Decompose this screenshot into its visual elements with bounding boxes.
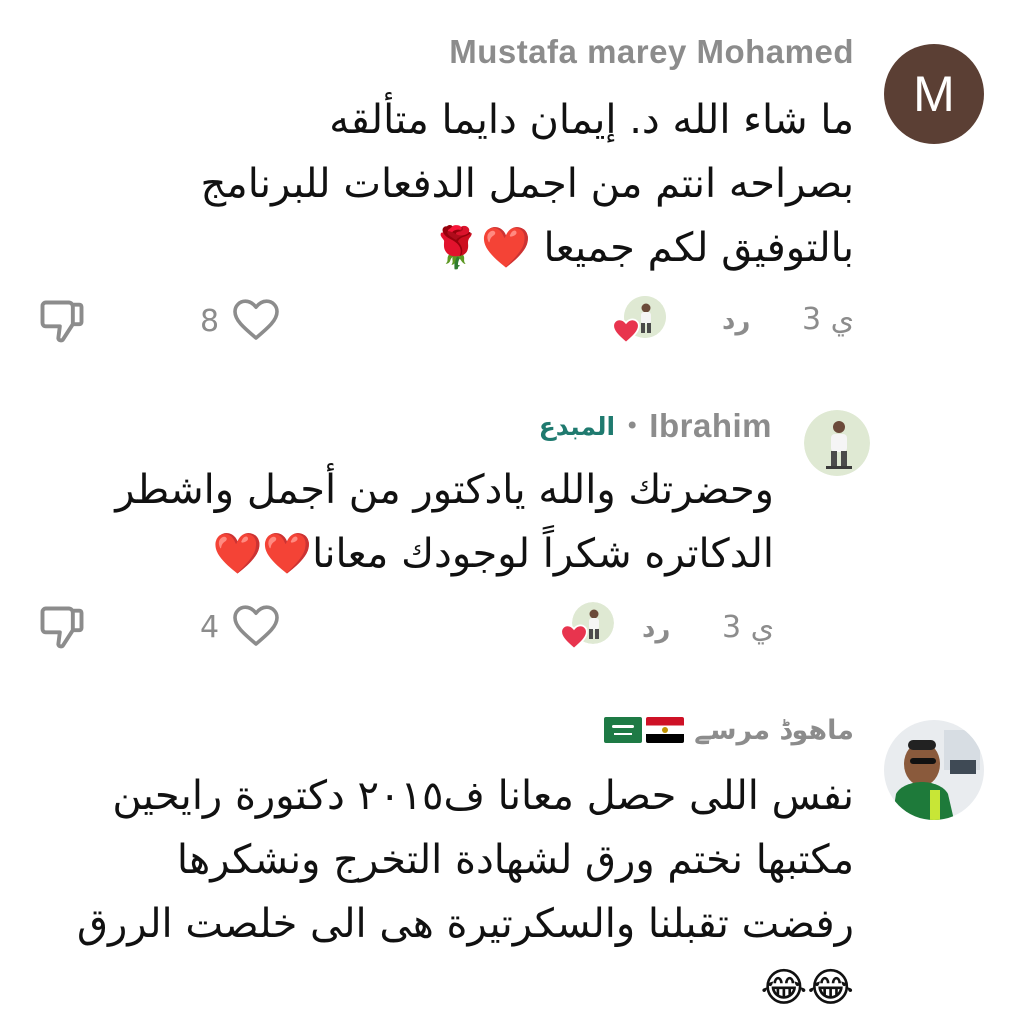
comment-author-row: Mustafa marey Mohamed [449,30,854,74]
thumbs-down-icon[interactable] [36,296,88,348]
comment-line: بالتوفيق لكم جميعا ❤️🌹 [431,225,854,271]
creator-heart [612,296,672,344]
comment-2: المبدع • Ibrahim وحضرتك والله يادكتور من… [0,380,1024,680]
comment-3: ماهوڈ مرسے نفس اللى حصل معانا ف٢٠١٥ دكتو… [0,690,1024,1011]
egypt-flag-icon [646,717,685,743]
flags [604,717,685,743]
heart-outline-icon[interactable] [232,604,280,648]
comment-line: وحضرتك والله يادكتور من أجمل واشطر [115,467,774,513]
comment-text: ما شاء الله د. إيمان دايما متألقه بصراحه… [200,88,854,280]
comment-line: مكتبها نختم ورق لشهادة التخرج ونشكرها [176,837,854,883]
avatar[interactable] [804,410,870,476]
reply-button[interactable]: رد [722,306,750,336]
avatar[interactable]: M [884,44,984,144]
avatar[interactable] [884,720,984,820]
like-count: 8 [200,304,220,339]
comment-author[interactable]: Ibrahim [649,407,772,445]
saudi-flag-icon [604,717,643,743]
like-count: 4 [200,610,220,645]
comment-line: 😂😂 [760,965,854,1011]
reply-button[interactable]: رد [642,614,670,644]
comment-line: الدكاتره شكراً لوجودك معانا❤️❤️ [212,531,774,577]
creator-heart-icon [560,624,588,650]
comment-text: وحضرتك والله يادكتور من أجمل واشطر الدكا… [115,458,774,586]
comment-line: رفضت تقبلنا والسكرتيرة هى الى خلصت الررق [76,901,854,947]
creator-heart [560,602,620,650]
comment-author-row: ماهوڈ مرسے [604,708,854,752]
comment-line: ما شاء الله د. إيمان دايما متألقه [329,97,854,143]
comment-1: M Mustafa marey Mohamed ما شاء الله د. إ… [0,0,1024,380]
comment-time: 3 ي [802,302,855,337]
creator-heart-icon [612,318,640,344]
creator-badge: المبدع [538,411,616,441]
comment-time: 3 ي [722,610,775,645]
avatar-letter: M [913,66,955,122]
comment-author-row: المبدع • Ibrahim [539,404,772,448]
comment-line: نفس اللى حصل معانا ف٢٠١٥ دكتورة رايحين [112,773,854,819]
comment-line: بصراحه انتم من اجمل الدفعات للبرنامج [200,161,854,207]
comment-author[interactable]: Mustafa marey Mohamed [449,33,854,71]
comment-author[interactable]: ماهوڈ مرسے [694,715,854,746]
separator-dot: • [625,412,640,440]
comment-text: نفس اللى حصل معانا ف٢٠١٥ دكتورة رايحين م… [77,764,854,1020]
thumbs-down-icon[interactable] [36,602,88,654]
heart-outline-icon[interactable] [232,298,280,342]
